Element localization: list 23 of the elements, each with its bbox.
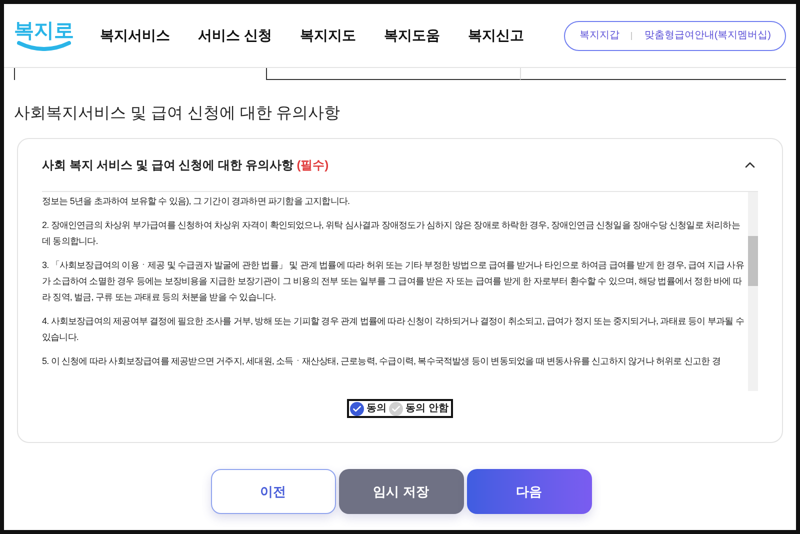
nav-link[interactable]: 복지서비스 bbox=[100, 25, 170, 46]
terms-paragraph: 정보는 5년을 초과하여 보유할 수 있음), 그 기간이 경과하면 파기함을 고지합니다. bbox=[42, 195, 351, 208]
nav-link[interactable]: 서비스 신청 bbox=[198, 25, 272, 46]
terms-paragraph: 5. 이 신청에 따라 사회보장급여를 제공받으면 거주지, 세대원, 소득ㆍ재산상태, 근로능력, 수급이력, 복수국적발생 등이 변동되었을 때 변동사유를 신고하지 않거나 허위로 신고한 경 bbox=[42, 355, 722, 368]
terms-paragraph: 4. 사회보장급여의 제공여부 결정에 필요한 조사를 거부, 방해 또는 기피할 경우 관계 법률에 따라 신청이 각하되거나 결정이 취소되고, 급여가 정지 또는 중지되거나, 과태료 등이 부과될 수 있습니다. bbox=[42, 315, 744, 344]
action-button[interactable]: 임시 저장 bbox=[338, 469, 464, 514]
tab[interactable] bbox=[520, 68, 786, 80]
section-title: 사회 복지 서비스 및 급여 신청에 대한 유의사항 (필수) bbox=[42, 157, 329, 174]
nav-link[interactable]: 복지도움 bbox=[384, 25, 440, 46]
action-button[interactable]: 다음 bbox=[466, 469, 592, 514]
consent-option[interactable]: 동의 bbox=[350, 401, 387, 416]
terms-paragraph: 3. 「사회보장급여의 이용ㆍ제공 및 수급권자 발굴에 관한 법률」 및 관계 법률에 따라 허위 또는 기타 부정한 방법으로 급여를 받거나 타인으로 하여금 급여를 받게 한 경우, 급여 지급 사유가 소급하여 소멸한 경우 등에는 보장비용을 지급한 보장기관이 그 비용의 전부 또는 일부를 그 급여를 받은 자 또는 급여를 받게 한 자로부터 환수할 수 있으며, 해당 법률에서 정한 바에 따라 징역, 벌금, 구류 또는 과태료 등의 처분을 받을 수 있습니다. bbox=[42, 259, 744, 304]
action-button[interactable]: 이전 bbox=[210, 469, 336, 514]
scrollbar[interactable] bbox=[748, 192, 758, 391]
nav-link[interactable]: 복지지도 bbox=[300, 25, 356, 46]
tab[interactable] bbox=[266, 68, 520, 80]
header-link[interactable]: 맞춤형급여안내(복지멤버십) bbox=[644, 28, 771, 43]
page-title: 사회복지서비스 및 급여 신청에 대한 유의사항 bbox=[14, 104, 342, 124]
nav-link[interactable]: 복지신고 bbox=[468, 25, 524, 46]
consent-option[interactable]: 동의 안함 bbox=[388, 401, 448, 416]
smile-icon bbox=[17, 40, 71, 50]
terms-paragraph: 2. 장애인연금의 차상위 부가급여를 신청하여 차상위 자격이 확인되었으나, 위탁 심사결과 장애정도가 심하지 않은 장애로 하락한 경우, 장애인연금 신청일을 장애수당 신청일로 처리하는데 동의합니다. bbox=[42, 219, 741, 248]
header-link[interactable]: 복지지갑 bbox=[579, 28, 620, 43]
